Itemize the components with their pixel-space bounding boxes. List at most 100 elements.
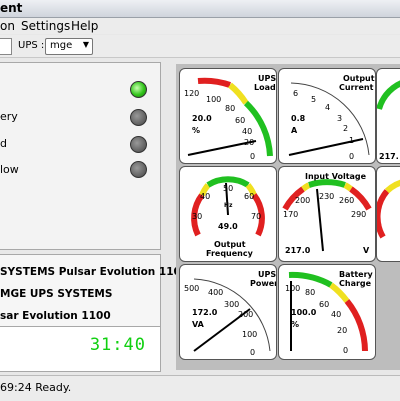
tick-label: 60 <box>244 192 254 201</box>
gauge-title: Output <box>343 74 375 83</box>
led-battery-low-icon <box>130 161 147 178</box>
tick-label: 20 <box>337 326 347 335</box>
tick-label: 100 <box>242 330 257 339</box>
ups-manufacturer: MGE UPS SYSTEMS <box>0 288 113 300</box>
led-label-battery-low: low <box>0 163 19 176</box>
tick-label: 260 <box>339 196 354 205</box>
tick-label: 20 <box>244 138 254 147</box>
gauge-battery-charge: 100 80 60 40 20 0 Battery Charge 100.0 % <box>278 264 376 360</box>
ups-select-value: mge <box>50 40 73 51</box>
tick-label: 200 <box>238 310 253 319</box>
tick-label: 0 <box>343 346 348 355</box>
gauge-unit: VA <box>192 320 205 329</box>
gauge-unit: Hz <box>224 202 233 209</box>
led-label-battery: ery <box>0 110 18 123</box>
gauge-unit: % <box>192 126 200 135</box>
tick-label: 100 <box>285 284 300 293</box>
tick-label: 60 <box>319 300 329 309</box>
tick-label: 230 <box>319 192 334 201</box>
tick-label: 200 <box>295 196 310 205</box>
clock-time: 31:40 <box>89 335 146 355</box>
tick-label: 120 <box>184 89 199 98</box>
ups-model-name: sar Evolution 1100 <box>0 310 111 322</box>
gauge-value: 49.0 <box>218 222 238 231</box>
gauge-unit: A <box>291 126 298 135</box>
tick-label: 4 <box>325 103 330 112</box>
tick-label: 40 <box>200 192 210 201</box>
tick-label: 50 <box>223 184 233 193</box>
gauge-value: 172.0 <box>192 308 218 317</box>
status-text: 69:24 Ready. <box>0 381 72 394</box>
gauge-battery-charge-dial: 100 80 60 40 20 0 Battery Charge 100.0 % <box>285 270 374 355</box>
gauge-output-frequency: 30 40 50 60 70 Hz 49.0 Output Frequency <box>179 166 277 262</box>
menu-bar: on Settings Help <box>0 18 400 34</box>
gauge-title: Frequency <box>206 249 254 258</box>
tick-label: 3 <box>337 114 342 123</box>
gauge-right-top-dial: 217. <box>377 80 400 161</box>
tick-label: 500 <box>184 284 199 293</box>
led-label-overload: d <box>0 137 7 150</box>
menu-item-help[interactable]: Help <box>71 19 98 33</box>
gauge-title: Charge <box>339 279 372 288</box>
tick-label: 400 <box>208 288 223 297</box>
toolbar: UPS : mge ▼ <box>0 35 400 58</box>
gauge-input-voltage: Input Voltage 170 200 230 260 290 217.0 … <box>278 166 376 262</box>
tick-label: 2 <box>343 124 348 133</box>
tick-label: 6 <box>293 89 298 98</box>
gauge-unit: % <box>291 320 299 329</box>
tick-label: 5 <box>311 95 316 104</box>
led-battery-icon <box>130 109 147 126</box>
gauge-input-voltage-dial: Input Voltage 170 200 230 260 290 217.0 … <box>282 172 372 255</box>
tick-label: 30 <box>192 212 202 221</box>
gauge-title: UPS <box>258 270 276 279</box>
tick-label: 0 <box>250 152 255 161</box>
gauge-value: 100.0 <box>291 308 317 317</box>
gauge-title: UPS <box>258 74 276 83</box>
gauge-title: Power <box>250 279 276 288</box>
tick-label: 300 <box>224 300 239 309</box>
gauge-output-current: 6 5 4 3 2 1 0 Output Current 0.8 A <box>278 68 376 164</box>
gauge-right-middle <box>376 166 400 262</box>
menu-item-file[interactable]: on <box>0 19 15 33</box>
led-panel: ery d low <box>0 62 161 250</box>
menu-item-settings[interactable]: Settings <box>21 19 70 33</box>
gauge-value: 0.8 <box>291 114 306 123</box>
tick-label: 40 <box>331 310 341 319</box>
status-panel: ery d low SYSTEMS Pulsar Evolution 1100 … <box>0 62 188 372</box>
gauge-right-middle-dial <box>377 179 400 239</box>
gauge-right-top: 217. <box>376 68 400 164</box>
gauge-value: 217. <box>379 152 399 161</box>
gauge-title: Output <box>214 240 246 249</box>
led-overload-icon <box>130 136 147 153</box>
gauge-title: Current <box>339 83 374 92</box>
tick-label: 290 <box>351 210 366 219</box>
gauge-unit: V <box>363 246 370 255</box>
gauge-value: 20.0 <box>192 114 212 123</box>
ups-select[interactable]: mge ▼ <box>45 38 93 55</box>
tick-label: 80 <box>305 288 315 297</box>
tick-label: 1 <box>349 136 354 145</box>
ups-model-full: SYSTEMS Pulsar Evolution 1100 <box>0 266 189 278</box>
tick-label: 0 <box>349 152 354 161</box>
window-title: ent <box>0 1 23 15</box>
tick-label: 60 <box>235 116 245 125</box>
refresh-spinbox[interactable] <box>0 38 12 55</box>
gauge-output-frequency-dial: 30 40 50 60 70 Hz 49.0 Output Frequency <box>191 176 265 258</box>
led-online-icon <box>130 81 147 98</box>
gauge-ups-power: 500 400 300 200 100 0 UPS Power 172.0 VA <box>179 264 277 360</box>
title-bar: ent <box>0 0 400 18</box>
tick-label: 70 <box>251 212 261 221</box>
gauge-ups-load-dial: 120 100 80 60 40 20 0 UPS Load 20.0 % <box>184 74 276 161</box>
chevron-down-icon: ▼ <box>82 40 89 49</box>
gauge-title: Load <box>254 83 276 92</box>
tick-label: 100 <box>206 95 221 104</box>
gauge-title: Input Voltage <box>305 172 367 181</box>
tick-label: 0 <box>250 348 255 357</box>
gauge-value: 217.0 <box>285 246 311 255</box>
tick-label: 170 <box>283 210 298 219</box>
gauge-output-current-dial: 6 5 4 3 2 1 0 Output Current 0.8 A <box>288 74 375 161</box>
status-bar: 69:24 Ready. <box>0 375 400 401</box>
gauge-title: Battery <box>339 270 374 279</box>
tick-label: 80 <box>225 104 235 113</box>
ups-label: UPS : <box>18 40 45 51</box>
